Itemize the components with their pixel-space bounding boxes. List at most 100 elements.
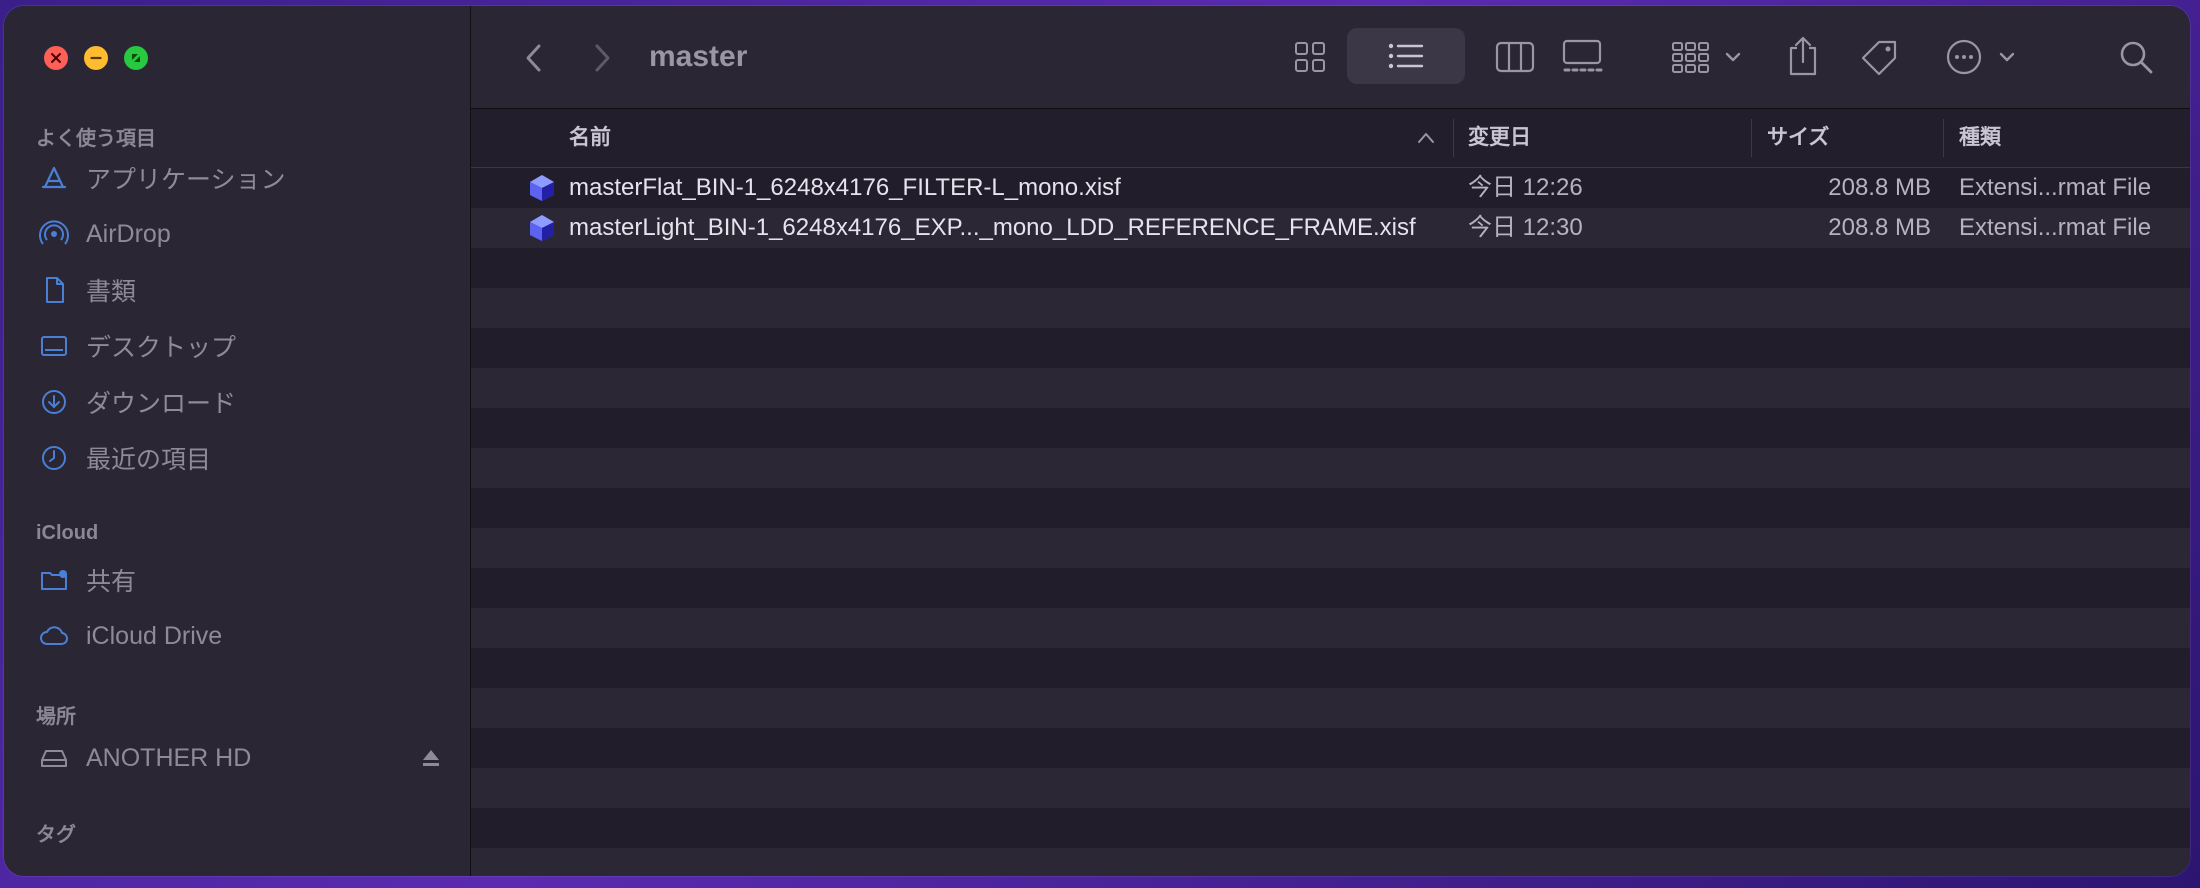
eject-icon[interactable] — [416, 742, 446, 772]
airdrop-icon — [36, 216, 72, 252]
search-button[interactable] — [2117, 38, 2155, 76]
finder-window: よく使う項目 アプリケーション AirDrop 書類 デスクトップ ダウンロード… — [4, 6, 2190, 876]
sidebar-item-icloud-drive[interactable]: iCloud Drive — [36, 614, 446, 658]
chevron-right-icon — [595, 44, 610, 72]
back-button[interactable] — [519, 38, 549, 78]
icon-view-button[interactable] — [1293, 40, 1327, 74]
column-header-size[interactable]: サイズ — [1767, 109, 1829, 167]
empty-row — [471, 488, 2190, 528]
tag-icon — [1861, 40, 1897, 76]
sidebar-item-airdrop[interactable]: AirDrop — [36, 212, 446, 256]
main-content: master 名前 変更日 サイズ 種類 masterFlat_BIN-1_62… — [471, 6, 2190, 876]
file-kind: Extensi...rmat File — [1959, 214, 2152, 241]
share-button[interactable] — [1785, 34, 1821, 78]
disk-icon — [36, 740, 72, 776]
empty-row — [471, 408, 2190, 448]
empty-row — [471, 288, 2190, 328]
sidebar: よく使う項目 アプリケーション AirDrop 書類 デスクトップ ダウンロード… — [4, 6, 471, 876]
empty-row — [471, 608, 2190, 648]
shared-folder-icon — [36, 562, 72, 598]
close-icon — [51, 53, 61, 63]
more-icon — [1946, 39, 2015, 75]
empty-row — [471, 528, 2190, 568]
sidebar-item-label: 共有 — [86, 568, 137, 596]
list-icon — [1387, 38, 1425, 74]
empty-row — [471, 368, 2190, 408]
empty-row — [471, 248, 2190, 288]
sidebar-item-label: アプリケーション — [86, 166, 286, 194]
chevron-left-icon — [526, 44, 541, 72]
empty-row — [471, 848, 2190, 876]
close-button[interactable] — [44, 46, 68, 70]
tag-button[interactable] — [1859, 36, 1901, 78]
documents-icon — [36, 272, 72, 308]
table-row[interactable]: masterFlat_BIN-1_6248x4176_FILTER-L_mono… — [471, 168, 2190, 208]
file-modified: 今日 12:26 — [1468, 174, 1583, 201]
sidebar-item-downloads[interactable]: ダウンロード — [36, 380, 446, 424]
empty-row — [471, 768, 2190, 808]
toolbar: master — [471, 6, 2190, 109]
gallery-view-button[interactable] — [1561, 38, 1603, 76]
grid-icon — [1295, 42, 1325, 72]
file-size: 208.8 MB — [1828, 214, 1931, 241]
column-header-name[interactable]: 名前 — [569, 109, 611, 167]
file-list: masterFlat_BIN-1_6248x4176_FILTER-L_mono… — [471, 168, 2190, 876]
group-icon — [1672, 42, 1741, 73]
empty-row — [471, 328, 2190, 368]
sidebar-item-label: AirDrop — [86, 219, 171, 248]
column-header-kind[interactable]: 種類 — [1959, 109, 2001, 167]
table-row[interactable]: masterLight_BIN-1_6248x4176_EXP..._mono_… — [471, 208, 2190, 248]
file-size: 208.8 MB — [1828, 174, 1931, 201]
section-locations: 場所 — [36, 706, 76, 728]
section-favorites: よく使う項目 — [36, 128, 156, 150]
share-icon — [1789, 36, 1817, 76]
minimize-button[interactable] — [84, 46, 108, 70]
list-view-button[interactable] — [1347, 28, 1465, 84]
empty-row — [471, 568, 2190, 608]
column-header-modified[interactable]: 変更日 — [1468, 109, 1531, 167]
xisf-file-icon — [530, 175, 554, 201]
sidebar-item-shared[interactable]: 共有 — [36, 558, 446, 602]
column-divider[interactable] — [1943, 119, 1944, 157]
column-view-button[interactable] — [1495, 40, 1535, 74]
downloads-icon — [36, 384, 72, 420]
sidebar-item-label: 最近の項目 — [86, 446, 212, 474]
section-icloud: iCloud — [36, 522, 99, 544]
desktop-icon — [36, 328, 72, 364]
xisf-file-icon — [530, 215, 554, 241]
sidebar-item-label: デスクトップ — [86, 334, 237, 362]
minimize-icon — [90, 56, 102, 60]
sidebar-item-label: iCloud Drive — [86, 621, 223, 650]
forward-button[interactable] — [587, 38, 617, 78]
action-menu-button[interactable] — [1945, 38, 2021, 76]
group-by-button[interactable] — [1671, 38, 1745, 76]
window-controls — [44, 46, 148, 70]
file-kind: Extensi...rmat File — [1959, 174, 2152, 201]
fullscreen-button[interactable] — [124, 46, 148, 70]
sort-ascending-icon[interactable] — [1415, 128, 1437, 148]
icloud-icon — [36, 618, 72, 654]
sidebar-item-recents[interactable]: 最近の項目 — [36, 436, 446, 480]
sidebar-item-label: 書類 — [86, 278, 137, 306]
gallery-icon — [1562, 39, 1603, 72]
window-title: master — [649, 40, 748, 73]
file-name: masterLight_BIN-1_6248x4176_EXP..._mono_… — [569, 214, 1416, 241]
empty-row — [471, 448, 2190, 488]
sidebar-item-another-hd[interactable]: ANOTHER HD — [36, 736, 446, 780]
fullscreen-icon — [132, 54, 140, 62]
file-modified: 今日 12:30 — [1468, 214, 1583, 241]
empty-row — [471, 648, 2190, 688]
sidebar-item-applications[interactable]: アプリケーション — [36, 156, 446, 200]
sidebar-item-label: ダウンロード — [86, 390, 237, 418]
sidebar-item-label: ANOTHER HD — [86, 743, 252, 772]
sidebar-item-documents[interactable]: 書類 — [36, 268, 446, 312]
column-headers: 名前 変更日 サイズ 種類 — [471, 109, 2190, 168]
columns-icon — [1495, 41, 1535, 73]
column-divider[interactable] — [1751, 119, 1752, 157]
empty-row — [471, 728, 2190, 768]
applications-icon — [36, 160, 72, 196]
column-divider[interactable] — [1453, 119, 1454, 157]
empty-row — [471, 688, 2190, 728]
file-name: masterFlat_BIN-1_6248x4176_FILTER-L_mono… — [569, 174, 1121, 201]
sidebar-item-desktop[interactable]: デスクトップ — [36, 324, 446, 368]
